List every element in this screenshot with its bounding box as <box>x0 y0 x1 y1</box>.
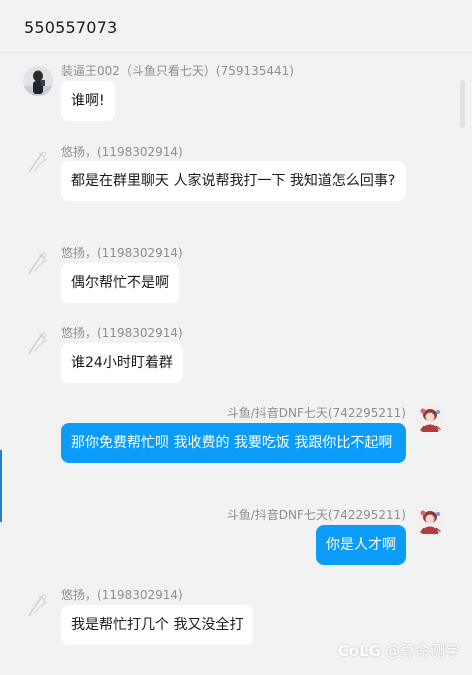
message-text: 你是人才啊 <box>326 537 396 553</box>
watermark-text: @算命测字 <box>384 642 460 660</box>
person-photo-avatar[interactable] <box>23 66 53 96</box>
scrollbar-thumb[interactable] <box>460 80 465 128</box>
message-text: 那你免费帮忙呗 我收费的 我要吃饭 我跟你比不起啊 <box>71 435 393 451</box>
message-text: 我是帮忙打几个 我又没全打 <box>71 617 244 633</box>
watermark: CoLG @算命测字 <box>338 640 460 661</box>
sketch-character-avatar[interactable] <box>23 590 53 620</box>
sketch-character-avatar[interactable] <box>23 328 53 358</box>
chat-header: 550557073 <box>0 0 472 53</box>
sender-name: 斗鱼/抖音DNF七天(742295211) <box>226 508 406 522</box>
message-text: 谁啊! <box>71 93 105 109</box>
sender-name: 装逼王002（斗鱼只看七天）(759135441) <box>61 64 294 78</box>
message-bubble[interactable]: 都是在群里聊天 人家说帮我打一下 我知道怎么回事? <box>61 161 406 201</box>
message-bubble[interactable]: 谁24小时盯着群 <box>61 343 183 383</box>
message-text: 都是在群里聊天 人家说帮我打一下 我知道怎么回事? <box>71 173 396 189</box>
sender-name: 斗鱼/抖音DNF七天(742295211) <box>226 406 406 420</box>
sketch-character-avatar[interactable] <box>23 147 53 177</box>
message-bubble[interactable]: 谁啊! <box>61 81 115 121</box>
sender-name: 悠扬，(1198302914) <box>61 326 183 340</box>
chat-title: 550557073 <box>24 18 118 37</box>
sender-name: 悠扬，(1198302914) <box>61 588 183 602</box>
message-bubble[interactable]: 我是帮忙打几个 我又没全打 <box>61 605 254 645</box>
message-bubble[interactable]: 偶尔帮忙不是啊 <box>61 263 179 303</box>
watermark-logo: CoLG <box>337 642 381 660</box>
message-text: 谁24小时盯着群 <box>71 355 173 371</box>
message-bubble[interactable]: 你是人才啊 <box>316 525 406 565</box>
message-text: 偶尔帮忙不是啊 <box>71 275 169 291</box>
sender-name: 悠扬，(1198302914) <box>61 145 183 159</box>
anime-character-avatar[interactable] <box>415 506 445 536</box>
sketch-character-avatar[interactable] <box>23 248 53 278</box>
selection-accent-bar <box>0 450 2 522</box>
chat-window: 550557073 装逼王002（斗鱼只看七天）(759135441) 谁啊! <box>0 0 472 675</box>
message-bubble[interactable]: 那你免费帮忙呗 我收费的 我要吃饭 我跟你比不起啊 <box>61 423 406 463</box>
sender-name: 悠扬，(1198302914) <box>61 246 183 260</box>
anime-character-avatar[interactable] <box>415 404 445 434</box>
